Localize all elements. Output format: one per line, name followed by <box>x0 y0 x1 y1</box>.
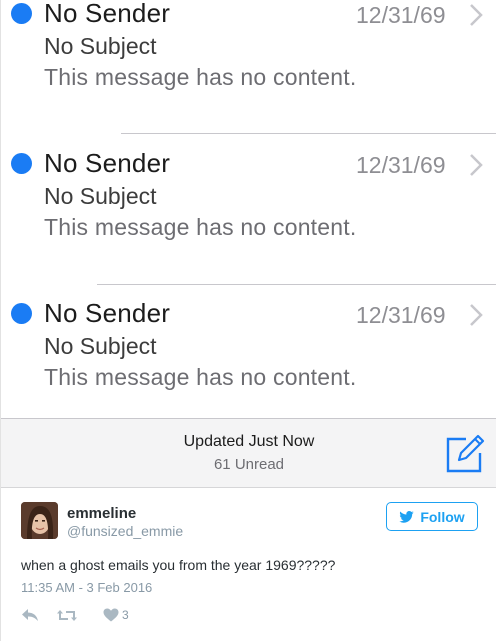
author-handle[interactable]: @funsized_emmie <box>67 523 183 539</box>
retweet-button[interactable] <box>56 606 78 624</box>
mail-subject: No Subject <box>44 33 157 59</box>
mail-date: 12/31/69 <box>356 2 446 28</box>
avatar[interactable] <box>21 502 58 539</box>
like-count: 3 <box>122 608 129 622</box>
tweet-text: when a ghost emails you from the year 19… <box>21 557 336 573</box>
reply-button[interactable] <box>21 606 39 624</box>
chevron-right-icon <box>470 154 483 176</box>
tweet-card: emmeline @funsized_emmie Follow when a g… <box>1 488 496 641</box>
mail-subject: No Subject <box>44 183 157 209</box>
chevron-right-icon <box>470 304 483 326</box>
unread-dot-icon <box>11 3 32 24</box>
mail-preview: This message has no content. <box>44 214 357 240</box>
mail-toolbar: Updated Just Now 61 Unread <box>1 418 496 488</box>
mail-preview: This message has no content. <box>44 64 357 90</box>
row-separator <box>97 284 496 285</box>
heart-icon <box>103 608 119 622</box>
unread-count: 61 Unread <box>213 456 285 473</box>
screenshot-frame: No Sender 12/31/69 No Subject This messa… <box>0 0 496 641</box>
follow-label: Follow <box>420 508 465 525</box>
mail-item[interactable]: No Sender 12/31/69 No Subject This messa… <box>1 0 496 140</box>
mail-date: 12/31/69 <box>356 152 446 178</box>
update-status: Updated Just Now <box>183 433 315 450</box>
mail-list: No Sender 12/31/69 No Subject This messa… <box>1 0 496 418</box>
follow-button[interactable]: Follow <box>386 502 478 531</box>
mail-sender: No Sender <box>44 0 171 28</box>
mail-item[interactable]: No Sender 12/31/69 No Subject This messa… <box>1 148 496 290</box>
like-button[interactable]: 3 <box>103 606 129 624</box>
unread-dot-icon <box>11 303 32 324</box>
mail-preview: This message has no content. <box>44 364 357 390</box>
author-name[interactable]: emmeline <box>67 505 136 522</box>
compose-icon[interactable] <box>444 433 486 475</box>
retweet-icon <box>57 609 77 621</box>
tweet-timestamp[interactable]: 11:35 AM - 3 Feb 2016 <box>21 580 152 595</box>
chevron-right-icon <box>470 4 483 26</box>
mail-sender: No Sender <box>44 298 171 328</box>
reply-icon <box>22 609 38 621</box>
mail-sender: No Sender <box>44 148 171 178</box>
unread-dot-icon <box>11 153 32 174</box>
mail-subject: No Subject <box>44 333 157 359</box>
twitter-bird-icon <box>399 510 415 523</box>
row-separator <box>121 133 496 134</box>
mail-date: 12/31/69 <box>356 302 446 328</box>
avatar-image <box>21 502 58 539</box>
